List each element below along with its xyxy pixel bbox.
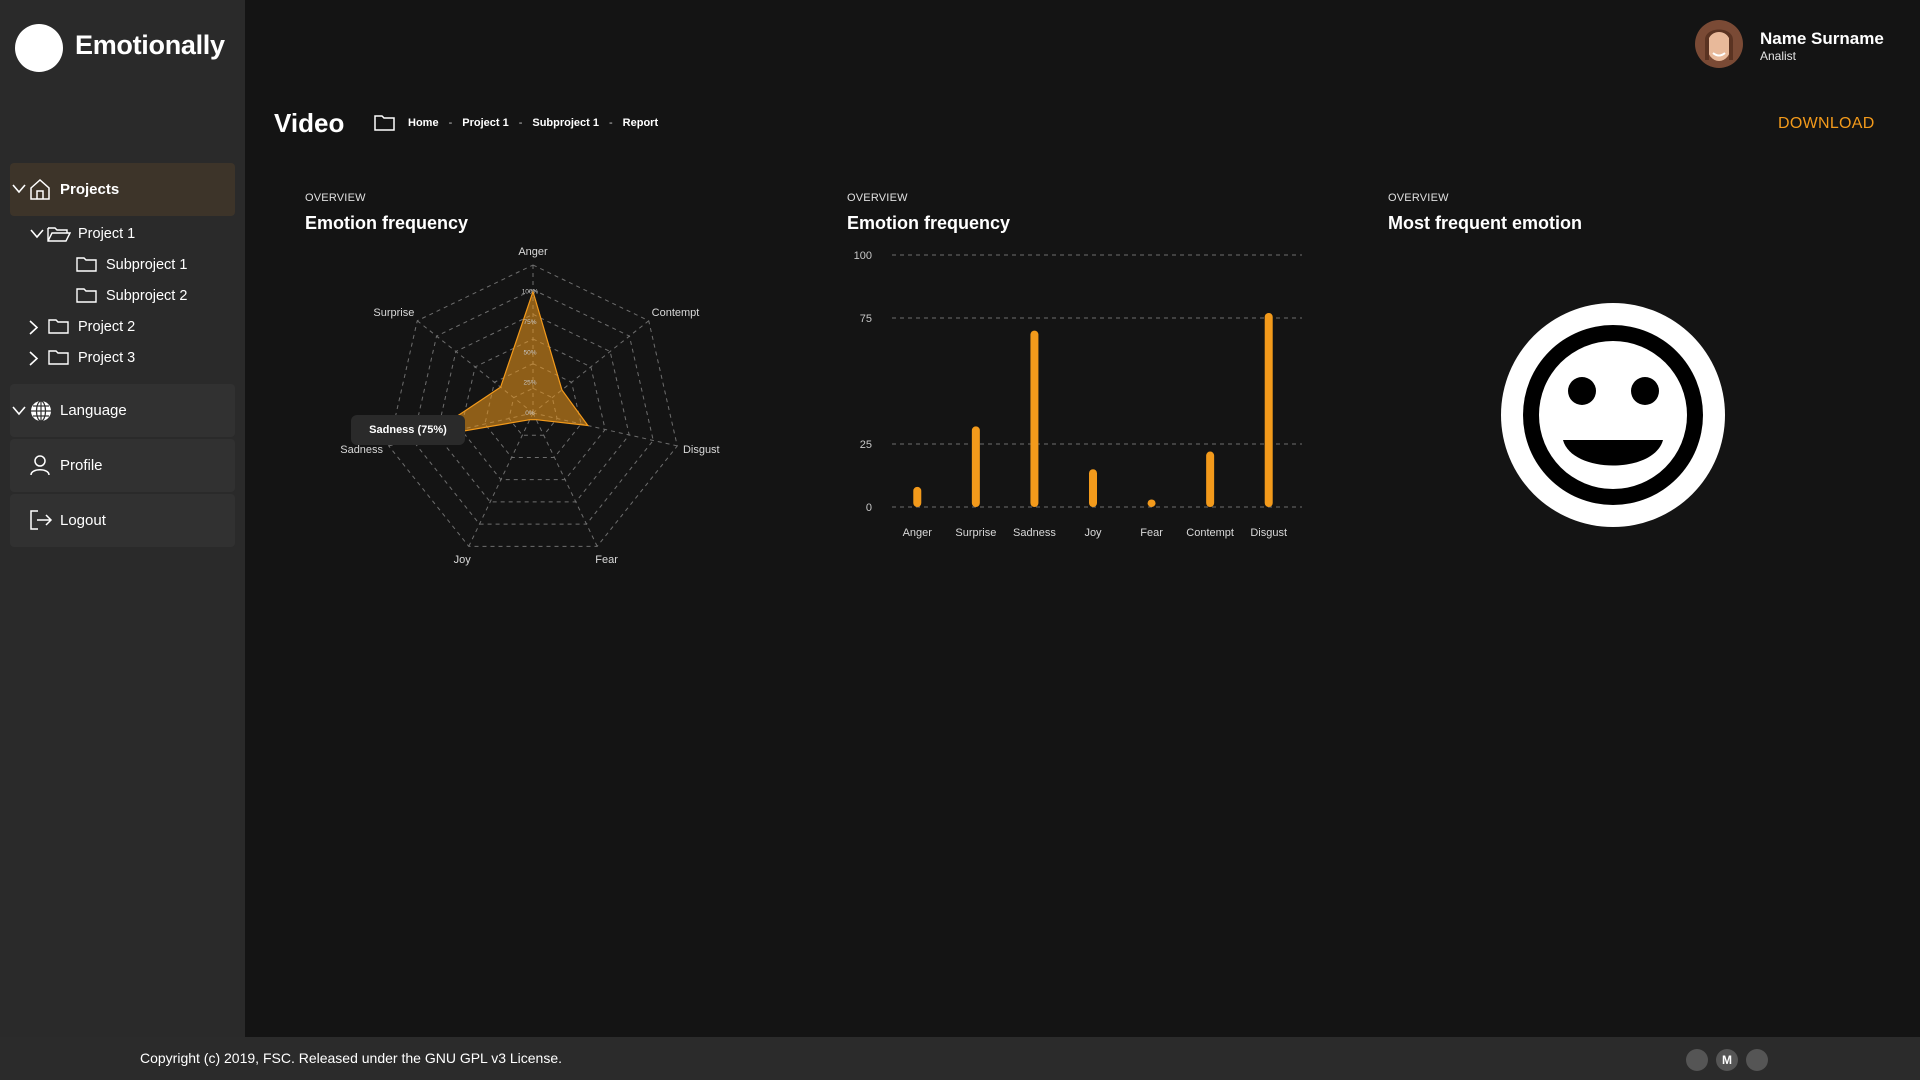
nav-projects[interactable]: Projects bbox=[10, 163, 235, 216]
bar-x-tick-label: Fear bbox=[1140, 527, 1163, 539]
bar bbox=[1206, 451, 1215, 507]
avatar[interactable] bbox=[1695, 20, 1743, 68]
radar-spoke bbox=[532, 412, 598, 547]
bar bbox=[913, 486, 922, 507]
radar-tick-label: 25% bbox=[523, 380, 536, 387]
bar bbox=[1264, 312, 1273, 507]
user-icon bbox=[30, 455, 50, 476]
chevron-right-icon[interactable] bbox=[28, 351, 40, 366]
breadcrumb-subproject[interactable]: Subproject 1 bbox=[532, 117, 599, 129]
breadcrumb-project[interactable]: Project 1 bbox=[462, 117, 508, 129]
user-name: Name Surname bbox=[1760, 29, 1884, 48]
tree-item-project-1[interactable]: Project 1 bbox=[78, 226, 135, 242]
app-name: Emotionally bbox=[75, 30, 225, 60]
bar bbox=[1147, 499, 1156, 507]
bar-chart: 0 25 75 100 Anger Surprise Sadness Joy Fear Conte… bbox=[854, 250, 1302, 539]
breadcrumb-separator: - bbox=[448, 117, 453, 129]
breadcrumb: Home - Project 1 - Subproject 1 - Report bbox=[408, 117, 658, 129]
tree-item-subproject-2[interactable]: Subproject 2 bbox=[106, 288, 187, 304]
radar-axis-label: Surprise bbox=[373, 307, 414, 319]
bar-x-tick-label: Sadness bbox=[1013, 527, 1056, 539]
page-title: Video bbox=[274, 108, 345, 138]
nav-logout[interactable]: Logout bbox=[10, 494, 235, 547]
nav-logout-label: Logout bbox=[60, 512, 106, 529]
bar-y-tick-label: 100 bbox=[854, 250, 872, 262]
bar-x-tick-label: Anger bbox=[903, 527, 933, 539]
radar-axis-label: Fear bbox=[595, 554, 618, 566]
bar-x-tick-label: Contempt bbox=[1186, 527, 1234, 539]
social-m-icon[interactable]: M bbox=[1716, 1049, 1738, 1071]
copyright-text: Copyright (c) 2019, FSC. Released under … bbox=[140, 1050, 563, 1066]
chevron-right-icon[interactable] bbox=[28, 320, 40, 335]
radar-axis-label: Disgust bbox=[683, 444, 720, 456]
nav-profile[interactable]: Profile bbox=[10, 439, 235, 492]
bar-x-tick-label: Disgust bbox=[1250, 527, 1287, 539]
social-icon[interactable] bbox=[1686, 1049, 1708, 1071]
card-title: Most frequent emotion bbox=[1388, 213, 1582, 233]
radar-tick-label: 75% bbox=[523, 319, 536, 326]
tree-item-subproject-1[interactable]: Subproject 1 bbox=[106, 257, 187, 273]
bar-x-tick-label: Joy bbox=[1084, 527, 1102, 539]
sidebar: Emotionally Projects Project 1 Subprojec… bbox=[0, 0, 245, 1037]
folder-icon bbox=[48, 319, 69, 334]
radar-axis-label: Contempt bbox=[652, 307, 700, 319]
bar bbox=[971, 426, 980, 507]
globe-icon bbox=[31, 400, 51, 422]
card-kicker: OVERVIEW bbox=[847, 192, 908, 204]
nav-projects-label: Projects bbox=[60, 181, 120, 198]
folder-icon bbox=[76, 288, 97, 303]
chevron-down-icon[interactable] bbox=[30, 228, 44, 240]
user-role: Analist bbox=[1760, 49, 1797, 63]
tree-item-project-3[interactable]: Project 3 bbox=[78, 350, 135, 366]
breadcrumb-separator: - bbox=[518, 117, 523, 129]
folder-icon bbox=[374, 115, 395, 131]
nav-profile-label: Profile bbox=[60, 457, 103, 474]
bar-x-tick-label: Surprise bbox=[955, 527, 996, 539]
folder-icon bbox=[76, 257, 97, 272]
chevron-down-icon[interactable] bbox=[12, 183, 26, 195]
breadcrumb-separator: - bbox=[609, 117, 613, 129]
tree-item-project-2[interactable]: Project 2 bbox=[78, 319, 135, 335]
radar-axis-label: Joy bbox=[454, 554, 472, 566]
radar-axis-label: Sadness bbox=[340, 444, 383, 456]
app-logo bbox=[15, 24, 63, 72]
download-button[interactable]: DOWNLOAD bbox=[1778, 115, 1875, 133]
radar-tick-label: 50% bbox=[523, 349, 536, 356]
logout-icon bbox=[30, 510, 53, 530]
bar bbox=[1089, 469, 1097, 507]
folder-open-icon bbox=[47, 227, 71, 242]
footer: Copyright (c) 2019, FSC. Released under … bbox=[0, 1037, 1920, 1080]
home-icon bbox=[30, 178, 50, 200]
chevron-down-icon[interactable] bbox=[12, 405, 26, 417]
radar-tooltip: Sadness (75%) bbox=[351, 415, 465, 445]
nav-language[interactable]: Language bbox=[10, 384, 235, 437]
nav-language-label: Language bbox=[60, 402, 127, 419]
bar-y-tick-label: 25 bbox=[860, 439, 872, 451]
radar-axis-label: Anger bbox=[518, 246, 548, 258]
social-icon[interactable] bbox=[1746, 1049, 1768, 1071]
smiley-face-icon bbox=[1501, 303, 1725, 527]
card-title: Emotion frequency bbox=[305, 213, 469, 233]
card-title: Emotion frequency bbox=[847, 213, 1011, 233]
card-kicker: OVERVIEW bbox=[305, 192, 366, 204]
avatar-image bbox=[1695, 20, 1743, 68]
bar-y-tick-label: 75 bbox=[860, 313, 872, 325]
radar-tick-label: 0% bbox=[525, 410, 535, 417]
radar-tick-label: 100% bbox=[522, 289, 539, 296]
breadcrumb-home[interactable]: Home bbox=[408, 117, 439, 129]
breadcrumb-report[interactable]: Report bbox=[623, 117, 658, 129]
card-kicker: OVERVIEW bbox=[1388, 192, 1449, 204]
bar bbox=[1030, 330, 1039, 507]
folder-icon bbox=[48, 350, 69, 365]
bar-y-tick-label: 0 bbox=[866, 502, 872, 514]
